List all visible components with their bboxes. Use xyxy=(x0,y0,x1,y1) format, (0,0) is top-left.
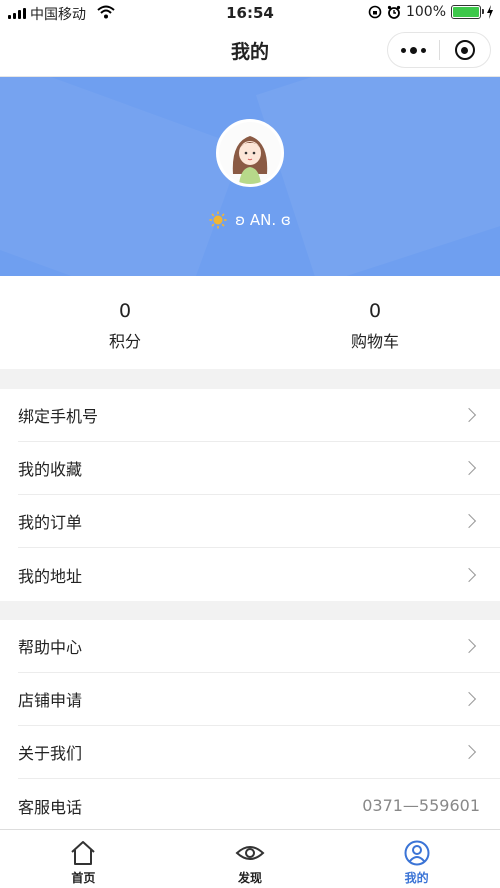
menu-item-orders[interactable]: 我的订单 xyxy=(18,495,500,548)
close-circle-icon xyxy=(454,40,475,60)
points-stat[interactable]: 0 积分 xyxy=(0,276,250,369)
menu-group-account: 绑定手机号 我的收藏 我的订单 我的地址 xyxy=(0,389,500,601)
cart-value: 0 xyxy=(368,300,382,322)
menu-item-label: 我的地址 xyxy=(18,566,83,586)
cart-label: 购物车 xyxy=(350,332,399,351)
avatar[interactable] xyxy=(216,119,284,187)
page: 中国移动 16:54 100% 我的 ʚ AN. ɞ 0 积分 0 购物车 绑定… xyxy=(0,0,500,888)
points-value: 0 xyxy=(118,300,132,322)
battery-percent: 100% xyxy=(405,4,446,20)
menu-item-label: 绑定手机号 xyxy=(18,407,99,426)
menu-item-label: 帮助中心 xyxy=(18,638,83,657)
chevron-right-icon xyxy=(461,691,477,707)
tab-home[interactable]: 首页 xyxy=(0,830,167,888)
battery-icon xyxy=(451,5,484,19)
more-menu-button[interactable] xyxy=(388,33,439,67)
eye-icon xyxy=(235,846,265,860)
menu-item-favorites[interactable]: 我的收藏 xyxy=(18,442,500,495)
home-icon xyxy=(71,841,96,865)
customer-service-phone[interactable]: 0371—559601 xyxy=(362,796,480,815)
menu-item-customer-service[interactable]: 客服电话 0371—559601 xyxy=(18,779,500,832)
tab-label: 发现 xyxy=(238,871,263,885)
tab-label: 首页 xyxy=(71,871,96,885)
cart-stat[interactable]: 0 购物车 xyxy=(250,276,500,369)
menu-item-label: 关于我们 xyxy=(18,744,83,763)
points-label: 积分 xyxy=(108,332,141,351)
tab-label: 我的 xyxy=(404,871,429,885)
menu-item-store-application[interactable]: 店铺申请 xyxy=(18,673,500,726)
chevron-right-icon xyxy=(461,460,477,476)
navigation-bar: 我的 xyxy=(0,26,500,77)
menu-item-label: 客服电话 xyxy=(18,797,83,817)
user-nickname-row: ʚ AN. ɞ xyxy=(0,211,500,229)
chevron-right-icon xyxy=(461,744,477,760)
menu-item-about-us[interactable]: 关于我们 xyxy=(18,726,500,779)
close-button[interactable] xyxy=(439,33,490,67)
menu-item-bind-phone[interactable]: 绑定手机号 xyxy=(18,389,500,442)
mini-program-capsule xyxy=(387,32,491,68)
avatar-illustration xyxy=(219,122,281,184)
menu-item-label: 店铺申请 xyxy=(18,691,83,710)
chevron-right-icon xyxy=(461,567,477,582)
tab-bar: 首页 发现 我的 xyxy=(0,829,500,888)
tab-discover[interactable]: 发现 xyxy=(167,830,334,888)
menu-group-support: 帮助中心 店铺申请 关于我们 客服电话 0371—559601 xyxy=(0,620,500,832)
menu-item-addresses[interactable]: 我的地址 xyxy=(18,548,500,601)
alarm-icon xyxy=(387,5,401,19)
stats-panel: 0 积分 0 购物车 xyxy=(0,276,500,369)
sun-emoji-icon xyxy=(209,211,227,229)
rotation-lock-icon xyxy=(368,5,382,19)
chevron-right-icon xyxy=(461,407,477,423)
tab-mine[interactable]: 我的 xyxy=(333,830,500,888)
menu-item-label: 我的订单 xyxy=(18,513,83,532)
chevron-right-icon xyxy=(461,513,477,529)
profile-banner: ʚ AN. ɞ xyxy=(0,77,500,276)
charging-bolt-icon xyxy=(487,5,493,19)
user-icon xyxy=(404,840,430,866)
chevron-right-icon xyxy=(461,638,477,654)
user-nickname: ʚ AN. ɞ xyxy=(235,211,291,229)
menu-item-label: 我的收藏 xyxy=(18,460,83,479)
menu-item-help-center[interactable]: 帮助中心 xyxy=(18,620,500,673)
status-bar: 中国移动 16:54 100% xyxy=(0,0,500,26)
